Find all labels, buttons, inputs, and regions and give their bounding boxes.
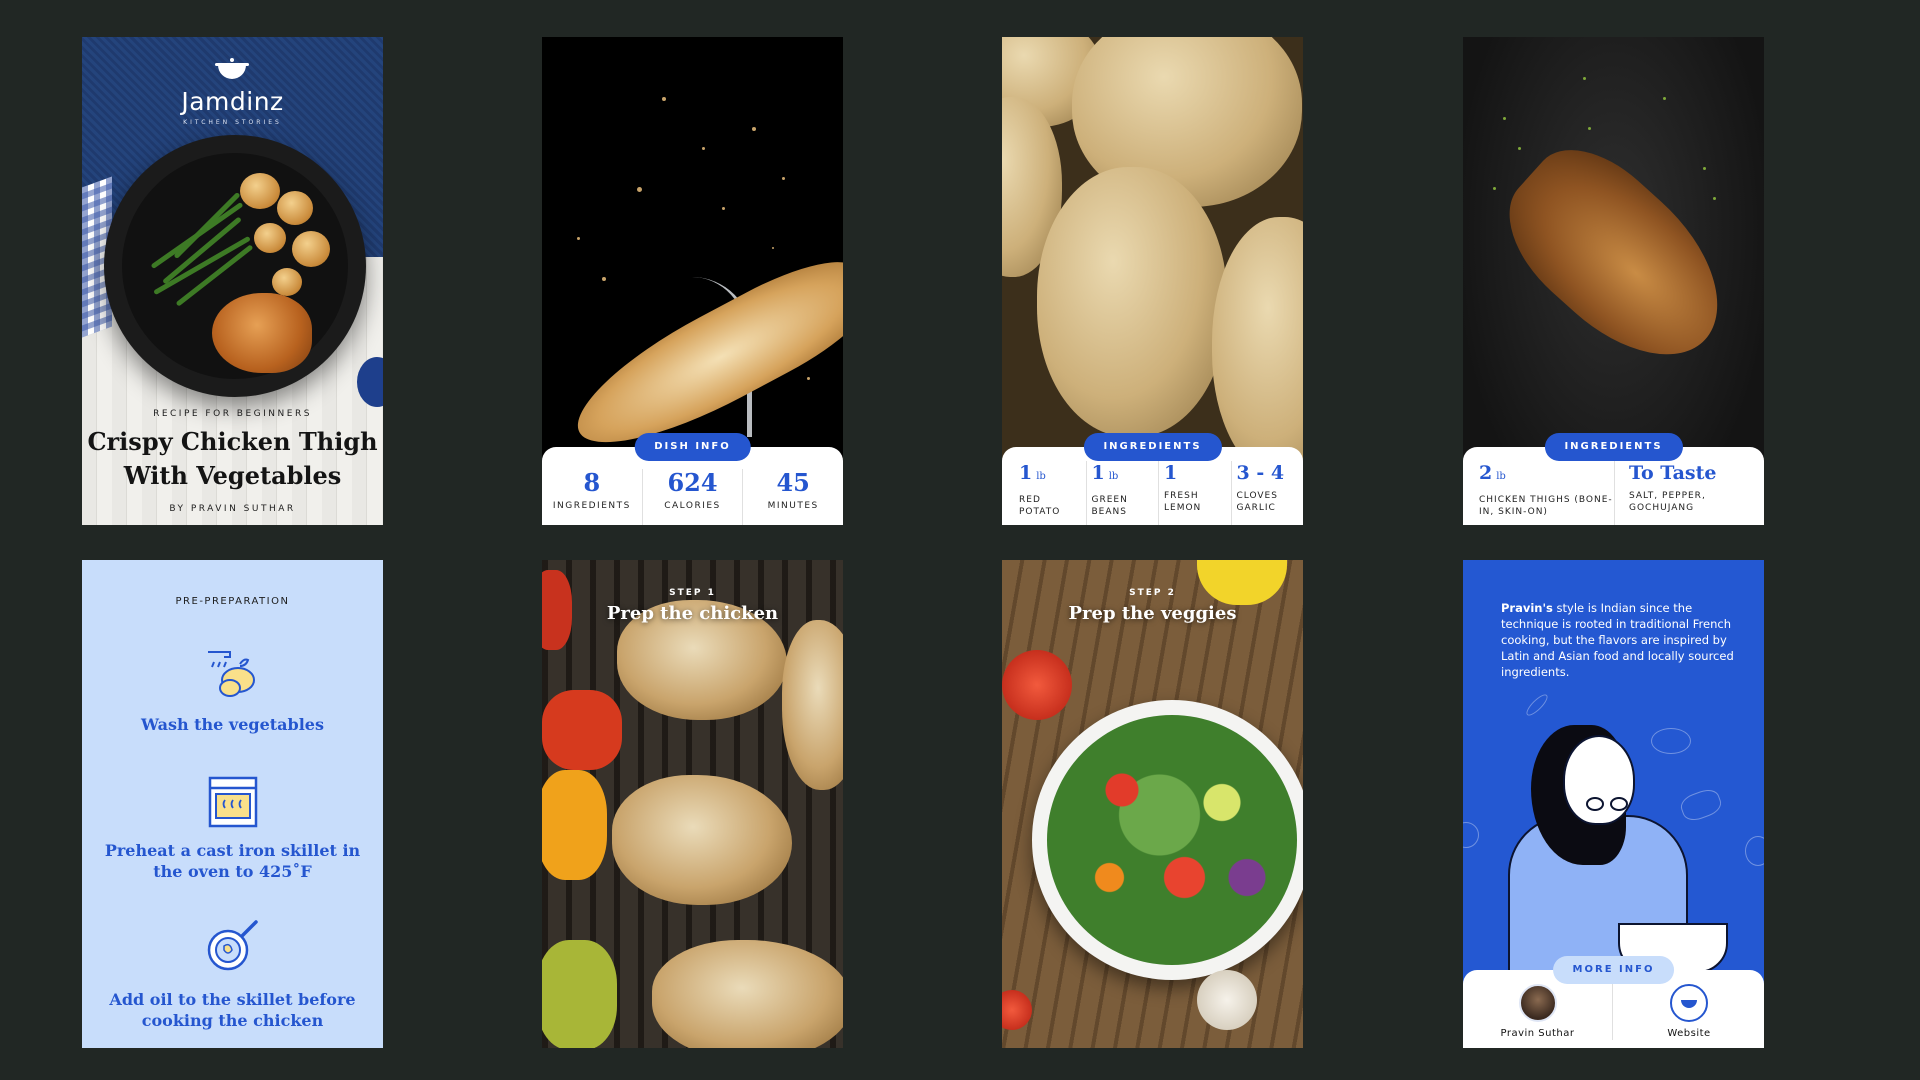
ingredient-item: 2 lb CHICKEN THIGHS (BONE-IN, SKIN-ON) <box>1473 461 1615 525</box>
ingredients-chicken-card[interactable]: INGREDIENTS 2 lb CHICKEN THIGHS (BONE-IN,… <box>1463 37 1764 525</box>
ingredient-name: CHICKEN THIGHS (BONE-IN, SKIN-ON) <box>1479 495 1613 517</box>
website-link[interactable]: Website <box>1614 984 1764 1039</box>
ingredient-qty: To Taste <box>1629 462 1717 484</box>
ingredients-badge[interactable]: INGREDIENTS <box>1544 433 1683 461</box>
ingredient-qty: 3 - 4 <box>1236 462 1285 484</box>
step-1-card[interactable]: STEP 1 Prep the chicken <box>542 560 843 1048</box>
stat-minutes: 45 MINUTES <box>743 469 843 525</box>
stat-label: INGREDIENTS <box>552 501 631 511</box>
ingredient-unit: lb <box>1036 471 1046 482</box>
ingredient-qty: 1 <box>1164 462 1178 484</box>
ingredient-name: FRESH LEMON <box>1164 491 1202 513</box>
website-label: Website <box>1667 1028 1711 1039</box>
salad-image <box>1047 715 1297 965</box>
fish-doodle-icon <box>1651 728 1691 754</box>
step-title: Prep the veggies <box>1068 603 1237 624</box>
ingredient-item: 3 - 4 CLOVES GARLIC <box>1232 461 1304 525</box>
stat-label: CALORIES <box>664 501 721 511</box>
pre-preparation-heading: PRE-PREPARATION <box>175 596 290 607</box>
dish-info-badge[interactable]: DISH INFO <box>634 433 751 461</box>
prep-step-text: Add oil to the skillet before cooking th… <box>109 990 356 1030</box>
dish-info-panel: DISH INFO 8 INGREDIENTS 624 CALORIES 45 … <box>542 433 843 525</box>
meat-doodle-icon <box>1677 785 1725 825</box>
more-info-button[interactable]: MORE INFO <box>1552 956 1675 984</box>
prep-step-text: Wash the vegetables <box>141 715 324 734</box>
garlic-image <box>1197 970 1257 1030</box>
author-link[interactable]: Pravin Suthar <box>1463 984 1613 1040</box>
ingredient-name: SALT, PEPPER, GOCHUJANG <box>1629 491 1706 513</box>
ingredient-name: GREEN BEANS <box>1091 495 1128 517</box>
ingredient-qty: 2 <box>1479 462 1493 484</box>
vegetable-doodle-icon <box>1463 822 1479 848</box>
brand-name: Jamdinz <box>181 87 284 116</box>
ingredient-unit: lb <box>1496 471 1506 482</box>
dish-plate-image <box>104 135 366 397</box>
recipe-title: Crispy Chicken Thigh With Vegetables <box>82 425 383 493</box>
about-footer: MORE INFO Pravin Suthar Website <box>1463 956 1764 1048</box>
chef-bio: Pravin's style is Indian since the techn… <box>1501 600 1736 680</box>
carrot-doodle-icon <box>1523 691 1551 719</box>
step-2-card[interactable]: STEP 2 Prep the veggies <box>1002 560 1303 1048</box>
tomato-image <box>1002 650 1072 720</box>
glasses-icon <box>1586 797 1632 811</box>
step-number: STEP 1 <box>669 588 716 598</box>
website-icon <box>1670 984 1708 1022</box>
pre-preparation-card[interactable]: PRE-PREPARATION Wash the vegetables Preh… <box>82 560 383 1048</box>
ingredient-item: 1 FRESH LEMON <box>1159 461 1232 525</box>
ingredient-item: 1 lb GREEN BEANS <box>1087 461 1159 525</box>
ingredient-qty: 1 <box>1019 462 1033 484</box>
ingredient-name: RED POTATO <box>1019 495 1061 517</box>
stat-calories: 624 CALORIES <box>643 469 744 525</box>
cover-subtitle: RECIPE FOR BEGINNERS <box>153 409 312 419</box>
ingredient-qty: 1 <box>1091 462 1105 484</box>
author-avatar <box>1518 984 1557 1022</box>
ingredient-item: To Taste SALT, PEPPER, GOCHUJANG <box>1615 461 1764 525</box>
prep-step-text: Preheat a cast iron skillet in the oven … <box>104 841 361 881</box>
brand-tagline: KITCHEN STORIES <box>183 119 282 126</box>
stat-value: 624 <box>667 468 718 497</box>
ingredients-vegetables-card[interactable]: INGREDIENTS 1 lb RED POTATO 1 lb GREEN BEA… <box>1002 37 1303 525</box>
ingredients-badge[interactable]: INGREDIENTS <box>1083 433 1222 461</box>
wash-vegetables-icon <box>208 651 255 697</box>
stat-ingredients: 8 INGREDIENTS <box>542 469 643 525</box>
step-number: STEP 2 <box>1129 588 1176 598</box>
cover-author: BY PRAVIN SUTHAR <box>169 504 296 514</box>
chef-bio-name: Pravin's <box>1501 601 1553 615</box>
stat-value: 8 <box>583 468 601 497</box>
recipe-cover-card[interactable]: Jamdinz KITCHEN STORIES RECIPE FOR BEGIN… <box>82 37 383 525</box>
vegetable-doodle-icon <box>1745 836 1764 866</box>
ingredients-panel: INGREDIENTS 1 lb RED POTATO 1 lb GREEN BEA… <box>1002 433 1304 525</box>
recipe-title-line1: Crispy Chicken Thigh <box>87 427 378 456</box>
dish-info-card[interactable]: DISH INFO 8 INGREDIENTS 624 CALORIES 45 … <box>542 37 843 525</box>
ingredients-panel: INGREDIENTS 2 lb CHICKEN THIGHS (BONE-IN,… <box>1463 433 1764 525</box>
author-label: Pravin Suthar <box>1500 1028 1575 1039</box>
chicken-drumstick-image <box>1481 124 1755 390</box>
ingredient-unit: lb <box>1108 471 1119 482</box>
chef-illustration-head <box>1563 735 1635 825</box>
stat-label: MINUTES <box>767 501 819 511</box>
ingredient-name: CLOVES GARLIC <box>1236 491 1278 513</box>
skillet-icon <box>207 920 258 971</box>
ingredient-item: 1 lb RED POTATO <box>1014 461 1087 525</box>
step-title: Prep the chicken <box>606 603 779 624</box>
recipe-title-line2: With Vegetables <box>123 461 342 490</box>
oven-icon <box>208 776 258 828</box>
stat-value: 45 <box>776 468 810 497</box>
about-chef-card[interactable]: Pravin's style is Indian since the techn… <box>1463 560 1764 1048</box>
